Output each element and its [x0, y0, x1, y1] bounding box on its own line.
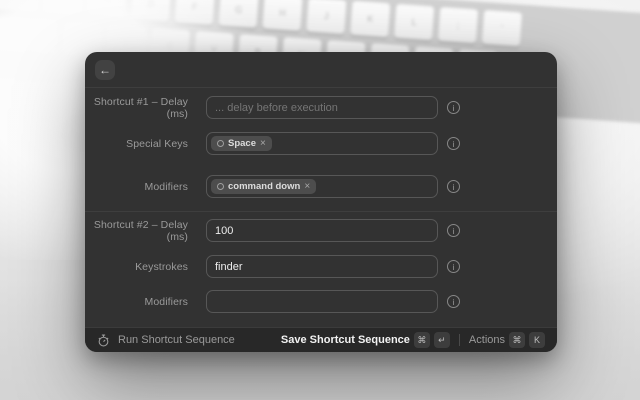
form-row-keystrokes: Keystrokes i	[85, 255, 557, 278]
info-icon[interactable]: i	[447, 224, 460, 237]
actions-button[interactable]: Actions	[469, 334, 505, 346]
modifier-chip[interactable]: command down ×	[211, 179, 316, 194]
keystrokes-field[interactable]	[206, 255, 438, 278]
chip-remove-icon[interactable]: ×	[304, 181, 310, 192]
form-row-modifiers-2: Modifiers i	[85, 290, 557, 313]
keyboard-key: L	[394, 4, 434, 41]
keystrokes-input[interactable]	[215, 261, 429, 273]
field-label: Keystrokes	[85, 261, 188, 273]
dialog-body: Shortcut #1 – Delay (ms) i Special Keys …	[85, 88, 557, 327]
dialog-header: ←	[85, 52, 557, 88]
keyboard-key: J	[306, 0, 346, 34]
info-icon[interactable]: i	[447, 101, 460, 114]
delay-2-field[interactable]	[206, 219, 438, 242]
keyboard-key: ;	[438, 7, 478, 44]
modifiers-2-field[interactable]	[206, 290, 438, 313]
dialog-footer: Run Shortcut Sequence Save Shortcut Sequ…	[85, 327, 557, 352]
save-shortcut-sequence-button[interactable]: Save Shortcut Sequence	[281, 334, 410, 346]
footer-actions-group: Save Shortcut Sequence ⌘ ↵ Actions ⌘ K	[281, 332, 545, 348]
modifiers-1-field[interactable]: command down ×	[206, 175, 438, 198]
shortcut-sequence-dialog: ← Shortcut #1 – Delay (ms) i Special Key…	[85, 52, 557, 352]
field-label: Modifiers	[85, 181, 188, 193]
chip-circle-icon	[217, 183, 224, 190]
info-icon[interactable]: i	[447, 295, 460, 308]
info-icon[interactable]: i	[447, 260, 460, 273]
keyboard-key: '	[482, 10, 522, 47]
run-label: Run Shortcut Sequence	[118, 334, 235, 346]
special-key-chip[interactable]: Space ×	[211, 136, 272, 151]
info-icon[interactable]: i	[447, 137, 460, 150]
chip-remove-icon[interactable]: ×	[260, 138, 266, 149]
form-row-delay-1: Shortcut #1 – Delay (ms) i	[85, 96, 557, 119]
keyboard-key: H	[262, 0, 302, 31]
footer-separator	[459, 334, 460, 346]
chip-label: command down	[228, 181, 300, 192]
command-key-badge: ⌘	[509, 332, 525, 348]
back-button[interactable]: ←	[95, 60, 115, 80]
back-arrow-icon: ←	[99, 64, 111, 76]
form-row-modifiers-1: Modifiers command down × i	[85, 175, 557, 198]
keyboard-key: K	[350, 1, 390, 38]
stopwatch-icon	[97, 334, 110, 347]
section-divider	[85, 211, 557, 212]
delay-1-input[interactable]	[215, 102, 429, 114]
modifiers-2-input[interactable]	[215, 296, 429, 308]
form-row-special-keys: Special Keys Space × i	[85, 132, 557, 155]
chip-label: Space	[228, 138, 256, 149]
delay-2-input[interactable]	[215, 225, 429, 237]
run-shortcut-sequence-button[interactable]: Run Shortcut Sequence	[97, 334, 235, 347]
chip-circle-icon	[217, 140, 224, 147]
k-key-badge: K	[529, 332, 545, 348]
form-row-delay-2: Shortcut #2 – Delay (ms) i	[85, 219, 557, 242]
field-label: Modifiers	[85, 296, 188, 308]
info-icon[interactable]: i	[447, 180, 460, 193]
return-key-badge: ↵	[434, 332, 450, 348]
delay-1-field[interactable]	[206, 96, 438, 119]
field-label: Shortcut #2 – Delay (ms)	[85, 219, 188, 243]
command-key-badge: ⌘	[414, 332, 430, 348]
field-label: Shortcut #1 – Delay (ms)	[85, 96, 188, 120]
field-label: Special Keys	[85, 138, 188, 150]
special-keys-field[interactable]: Space ×	[206, 132, 438, 155]
